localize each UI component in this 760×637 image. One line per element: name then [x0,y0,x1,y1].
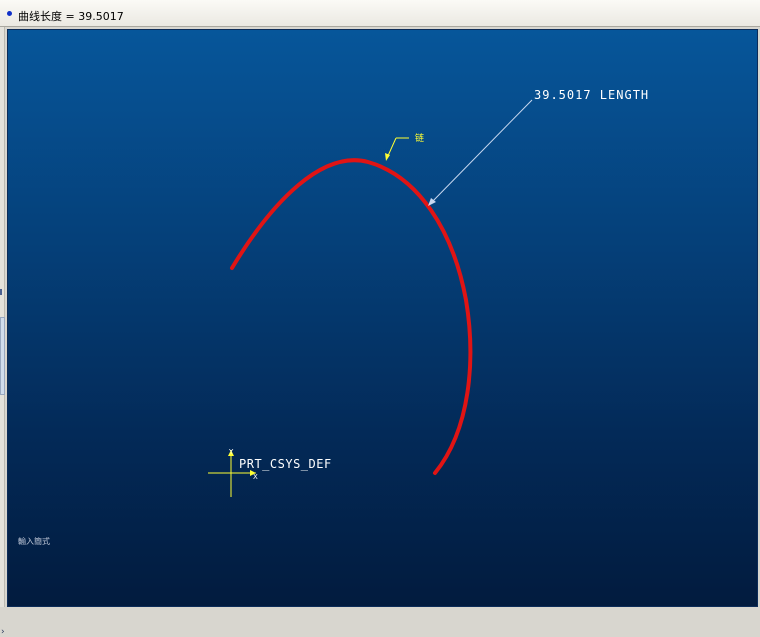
gutter-marker [0,289,2,295]
model-canvas: 39.5017 LENGTH 链 X Y PRT_CSYS_DEF 輸入簡式 [18,88,649,546]
chevron-right-icon[interactable]: › [1,628,5,637]
curve-tag-text: 链 [415,132,424,144]
message-text: 曲线长度 = 39.5017 [18,10,124,23]
csys-x-label: X [253,473,258,481]
length-leader-line [429,99,533,205]
panel-collapse-handle[interactable]: › [0,317,5,637]
message-bullet-icon [7,11,12,16]
status-hint-text: 輸入簡式 [18,536,50,546]
graphics-viewport[interactable]: 39.5017 LENGTH 链 X Y PRT_CSYS_DEF 輸入簡式 [7,29,758,607]
csys-y-label: Y [228,448,234,456]
red-curve[interactable] [230,158,473,475]
csys-label[interactable]: PRT_CSYS_DEF [239,457,332,471]
left-panel-gutter: › [0,27,5,637]
length-note-text[interactable]: 39.5017 LENGTH [534,88,649,102]
message-bar: 曲线长度 = 39.5017 [0,0,760,27]
